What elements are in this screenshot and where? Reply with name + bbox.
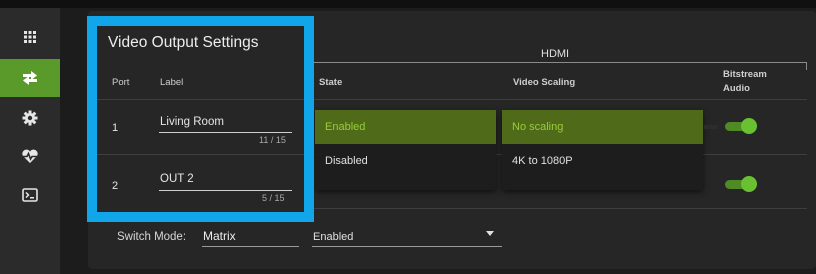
gear-icon (22, 110, 38, 126)
header-divider (97, 99, 304, 100)
hdmi-group-divider (313, 62, 807, 63)
port-number: 1 (112, 122, 119, 134)
column-header-video-scaling: Video Scaling (513, 77, 576, 88)
row-divider (97, 154, 304, 155)
sidebar-item-settings[interactable] (0, 99, 60, 137)
routing-arrows-icon (21, 70, 39, 86)
label-input-underline (159, 132, 292, 133)
scaling-dropdown-menu: No scaling 4K to 1080P (502, 110, 703, 190)
column-header-bitstream-audio: Bitstream Audio (723, 68, 767, 96)
label-input-underline (159, 190, 292, 191)
terminal-icon (22, 188, 38, 202)
label-input-out2[interactable]: OUT 2 (160, 173, 194, 185)
state-option-enabled[interactable]: Enabled (315, 110, 496, 144)
heartbeat-icon (21, 149, 39, 164)
toggle-knob (741, 176, 757, 192)
port-number: 2 (112, 180, 119, 192)
state-dropdown-menu: Enabled Disabled (315, 110, 496, 190)
label-char-counter: 11 / 15 (259, 135, 286, 145)
label-input-living-room[interactable]: Living Room (160, 116, 224, 128)
label-char-counter: 5 / 15 (262, 193, 285, 203)
scaling-option-4k-to-1080p[interactable]: 4K to 1080P (502, 149, 703, 183)
sidebar-item-console[interactable] (0, 176, 60, 214)
hdmi-group-divider-end (806, 62, 807, 70)
chevron-down-icon[interactable] (486, 231, 494, 236)
sidebar-item-routing[interactable] (0, 59, 60, 97)
state-option-disabled[interactable]: Disabled (315, 149, 496, 183)
header-divider (313, 99, 807, 100)
sidebar (0, 8, 60, 274)
column-header-label: Label (160, 77, 184, 88)
hdmi-group-header: HDMI (541, 48, 570, 60)
toggle-knob (741, 118, 757, 134)
column-header-bitstream-line1: Bitstream (723, 69, 767, 80)
scaling-option-no-scaling[interactable]: No scaling (502, 110, 703, 144)
top-strip (0, 0, 816, 8)
grid-icon (23, 30, 37, 44)
page-title: Video Output Settings (108, 34, 259, 51)
switch-mode-underline (202, 246, 299, 247)
dropdown-edge (704, 125, 718, 129)
sidebar-item-monitoring[interactable] (0, 137, 60, 175)
bitstream-toggle-row2[interactable] (725, 176, 759, 192)
row-divider (313, 208, 807, 209)
column-header-port: Port (112, 77, 130, 88)
column-header-bitstream-line2: Audio (723, 83, 750, 94)
switch-mode-input[interactable]: Matrix (203, 229, 236, 243)
bitstream-toggle-row1[interactable] (725, 118, 759, 134)
column-header-state: State (319, 77, 343, 88)
switch-mode-label: Switch Mode: (117, 231, 187, 243)
switch-state-select[interactable]: Enabled (313, 231, 353, 243)
switch-state-underline (312, 246, 502, 247)
sidebar-item-dashboard[interactable] (0, 18, 60, 56)
